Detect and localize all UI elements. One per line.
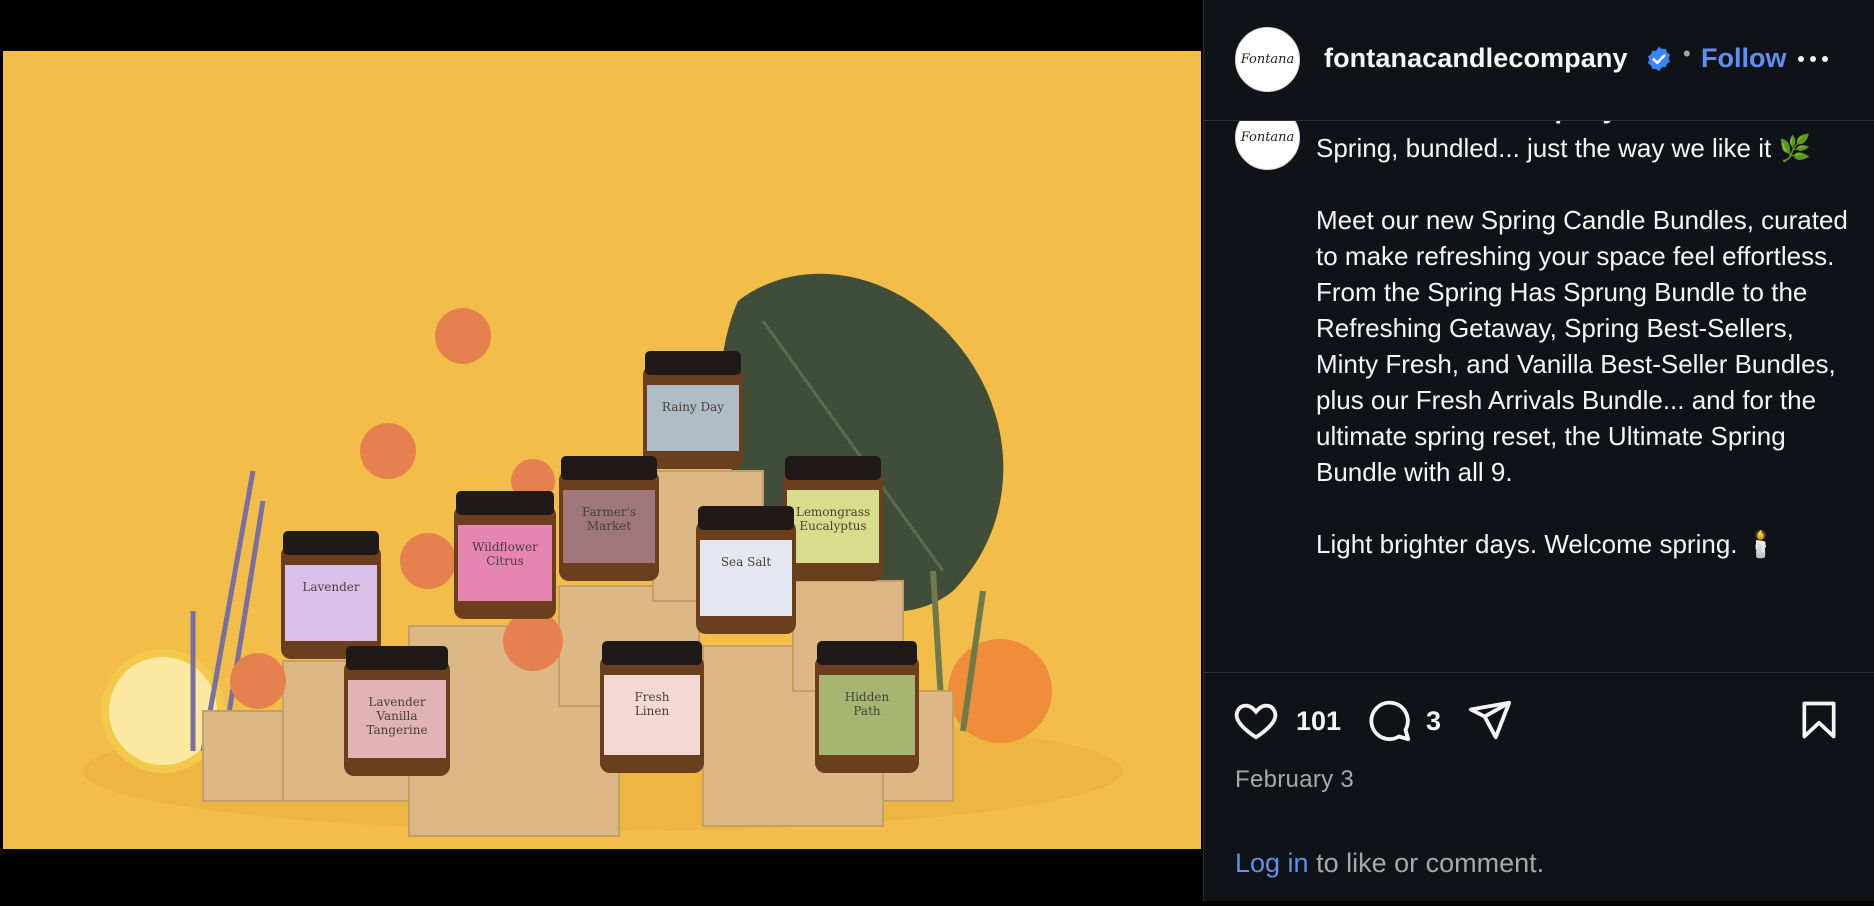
jar-lid [602,641,702,665]
login-prompt: Log in to like or comment. [1235,848,1544,879]
post-date[interactable]: February 3 [1235,766,1354,794]
candle-jar: Lavender [281,531,381,659]
post-header: Fontana fontanacandlecompany • Follow [1204,0,1874,121]
post-actions-bar: 101 3 February 3 Log in to like or comme… [1204,672,1874,901]
jar-lid [346,646,448,670]
post-details-panel: Fontana fontanacandlecompany • Follow Fo… [1203,0,1874,901]
caption-area[interactable]: Fontana fontanacandlecompany Spring, bun… [1204,100,1874,672]
candle-jar: HiddenPath [815,641,919,773]
jar-lid [283,531,379,555]
jar-lid [561,456,657,480]
candle-jar: Farmer'sMarket [559,456,659,581]
heart-icon[interactable] [1232,697,1280,743]
jar-label-text: Market [587,519,632,533]
candle-jar: Sea Salt [696,506,796,634]
login-prompt-text: to like or comment. [1308,848,1545,878]
caption-avatar-logo-text: Fontana [1240,130,1295,145]
jar-label [285,565,377,641]
jar-label-text: Lavender [368,695,426,709]
post-photo[interactable]: Rainy Day Farmer's Market Lemongrass Eucalyp… [3,51,1201,849]
product-photo-illustration: Rainy Day Farmer'sMarket LemongrassEucalyp… [3,51,1201,849]
share-icon[interactable] [1466,697,1514,743]
jar-lid [698,506,794,530]
jar-label-text: Citrus [486,554,523,568]
jar-label-text: Wildflower [472,540,538,554]
jar-label-text: Lavender [302,580,360,594]
author-avatar[interactable]: Fontana [1235,27,1300,92]
author-username[interactable]: fontanacandlecompany [1324,43,1628,74]
jar-label-text: Rainy Day [662,400,724,414]
follow-button[interactable]: Follow [1701,43,1786,74]
more-options-icon[interactable] [1798,56,1828,62]
jar-label-text: Lemongrass [796,505,870,519]
comment-icon[interactable] [1365,697,1413,743]
jar-label-text: Hidden [845,690,890,704]
login-link[interactable]: Log in [1235,848,1309,878]
post-caption-text: Spring, bundled... just the way we like … [1316,133,1848,559]
jar-label-text: Path [853,704,881,718]
jar-lid [785,456,881,480]
jar-label [647,385,739,451]
jar-label-text: Farmer's [582,505,636,519]
avatar-logo-text: Fontana [1240,52,1295,67]
like-count[interactable]: 101 [1296,706,1341,737]
jar-label-text: Tangerine [366,723,427,737]
jar-label-text: Sea Salt [721,555,772,569]
bookmark-icon[interactable] [1797,697,1841,743]
verified-badge-icon [1648,46,1670,72]
candle-jar: WildflowerCitrus [454,491,556,619]
jar-label-text: Vanilla [375,709,417,723]
header-separator-dot: • [1683,41,1691,66]
media-pane: Rainy Day Farmer's Market Lemongrass Eucalyp… [3,0,1201,906]
jar-label [700,540,792,616]
jar-lid [817,641,917,665]
jar-label-text: Linen [635,704,670,718]
jar-lid [456,491,554,515]
comment-count[interactable]: 3 [1426,706,1441,737]
jar-label-text: Eucalyptus [799,519,866,533]
jar-label-text: Fresh [634,690,669,704]
candle-jar: LemongrassEucalyptus [783,456,883,581]
candle-jar: FreshLinen [600,641,704,773]
candle-jar: Rainy Day [643,351,743,469]
jar-lid [645,351,741,375]
candle-jar: LavenderVanillaTangerine [344,646,450,776]
